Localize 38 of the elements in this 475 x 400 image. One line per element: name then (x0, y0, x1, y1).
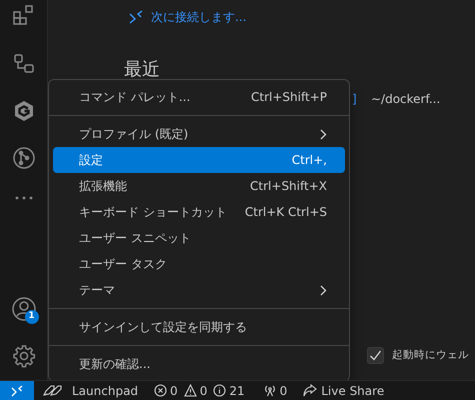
launchpad-button[interactable]: Launchpad (42, 382, 138, 400)
check-icon (369, 349, 382, 362)
error-icon (154, 384, 168, 397)
warning-icon (184, 384, 197, 397)
menu-item[interactable]: ユーザー スニペット (53, 225, 345, 251)
recent-path[interactable]: ~/dockerf... (371, 90, 440, 108)
menu-item[interactable]: プロファイル (既定) (53, 121, 345, 147)
chevron-right-icon (320, 128, 327, 140)
info-icon (213, 384, 226, 397)
antenna-icon (262, 384, 277, 397)
menu-item[interactable]: キーボード ショートカット Ctrl+K Ctrl+S (53, 199, 345, 225)
menu-item[interactable]: サインインして設定を同期する (53, 314, 345, 340)
chevron-right-icon (320, 284, 327, 296)
live-share-icon (303, 384, 318, 397)
menu-item[interactable]: 拡張機能 Ctrl+Shift+X (53, 173, 345, 199)
live-share-button[interactable]: Live Share (303, 382, 384, 400)
startup-checkbox[interactable] (367, 347, 384, 364)
menu-item[interactable]: コマンド パレット... Ctrl+Shift+P (53, 84, 345, 110)
remote-button[interactable] (0, 381, 34, 400)
problems-button[interactable]: 0 0 21 (154, 382, 245, 400)
remote-explorer-icon[interactable] (12, 52, 36, 76)
extensions-icon[interactable] (12, 4, 36, 28)
connect-link[interactable]: 次に接続します... (151, 8, 246, 26)
more-icon[interactable] (14, 196, 34, 200)
remote-icon (11, 384, 23, 396)
git-graph-icon[interactable] (12, 146, 36, 170)
menu-item[interactable]: 設定 Ctrl+, (53, 147, 345, 173)
menu-item[interactable]: ユーザー タスク (53, 251, 345, 277)
startup-checkbox-label: 起動時にウェル (392, 348, 469, 363)
settings-icon[interactable] (12, 344, 36, 368)
notification-badge: 1 (24, 310, 38, 324)
menu-item[interactable]: テーマ (53, 277, 345, 303)
remote-icon (129, 10, 143, 24)
ports-button[interactable]: 0 (262, 382, 288, 400)
recent-heading: 最近 (124, 58, 160, 82)
menu-item[interactable]: 更新の確認... (53, 351, 345, 377)
account-icon[interactable] (10, 296, 36, 322)
recent-item-bracket: ] (352, 91, 357, 108)
